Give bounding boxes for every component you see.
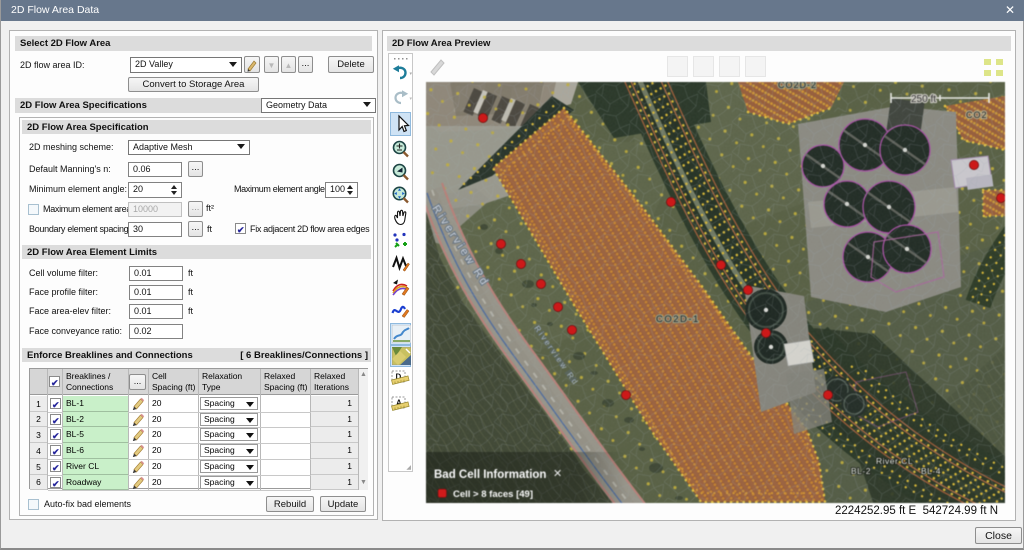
svg-text:River CL: River CL <box>876 456 913 466</box>
svg-text:BL-2: BL-2 <box>851 466 871 476</box>
svg-text:CO2: CO2 <box>966 110 988 120</box>
svg-text:Bad Cell Information: Bad Cell Information <box>434 469 546 481</box>
svg-text:BL-4: BL-4 <box>921 466 941 476</box>
svg-text:250 ft: 250 ft <box>911 94 936 105</box>
svg-text:Cell > 8 faces [49]: Cell > 8 faces [49] <box>453 489 533 500</box>
svg-text:CO2D-2: CO2D-2 <box>778 82 817 90</box>
svg-text:CO2D-1: CO2D-1 <box>656 314 700 325</box>
svg-text:✕: ✕ <box>553 468 562 480</box>
